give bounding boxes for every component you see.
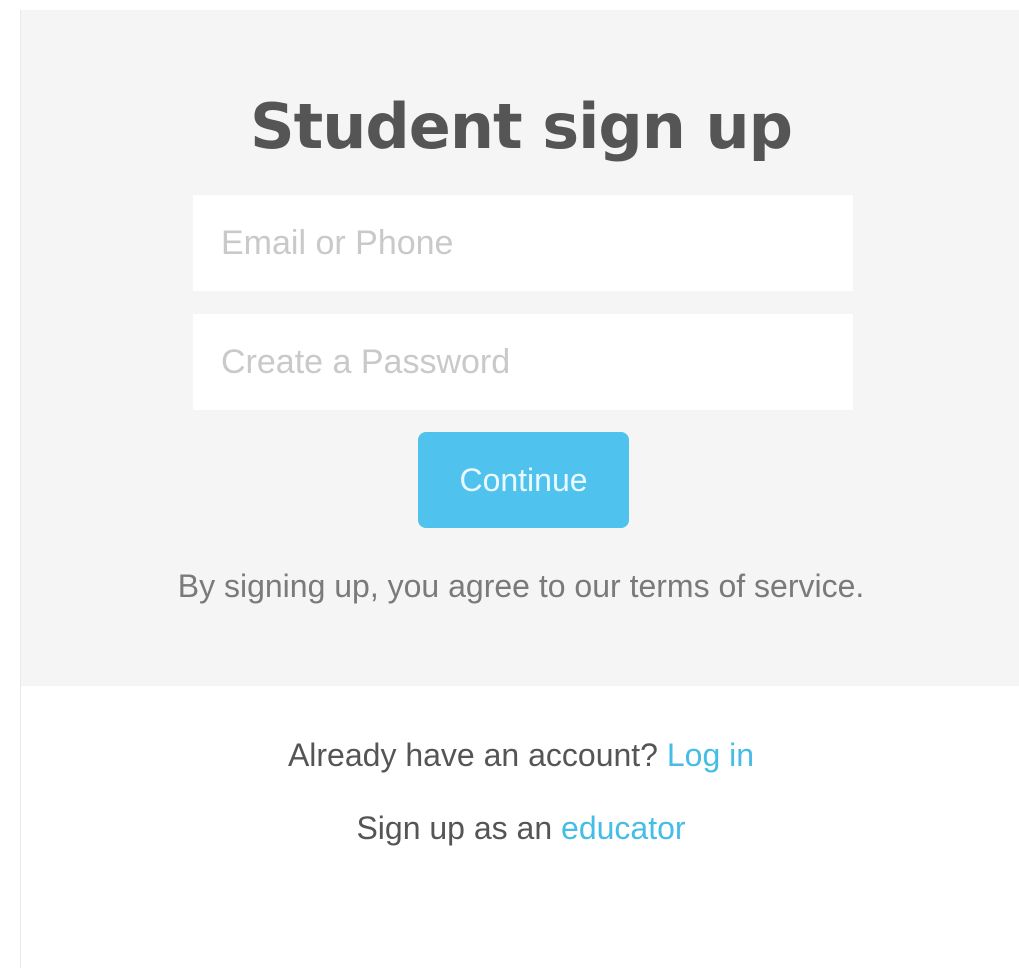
signup-form-panel: Student sign up Continue By signing up, … (21, 10, 1019, 686)
educator-prompt-text: Sign up as an (356, 810, 553, 846)
educator-signup-line: Sign up as an educator (21, 808, 1019, 848)
educator-signup-link[interactable]: educator (561, 810, 686, 846)
login-prompt-text: Already have an account? (287, 737, 658, 773)
login-link[interactable]: Log in (667, 737, 754, 773)
login-prompt-line: Already have an account? Log in (21, 735, 1019, 775)
continue-button[interactable]: Continue (418, 432, 629, 528)
page-title: Student sign up (249, 90, 793, 163)
terms-text: By signing up, you agree to our terms of… (177, 568, 865, 604)
signup-card: Student sign up Continue By signing up, … (20, 10, 1019, 968)
password-input[interactable] (193, 314, 853, 410)
email-or-phone-input[interactable] (193, 195, 853, 291)
